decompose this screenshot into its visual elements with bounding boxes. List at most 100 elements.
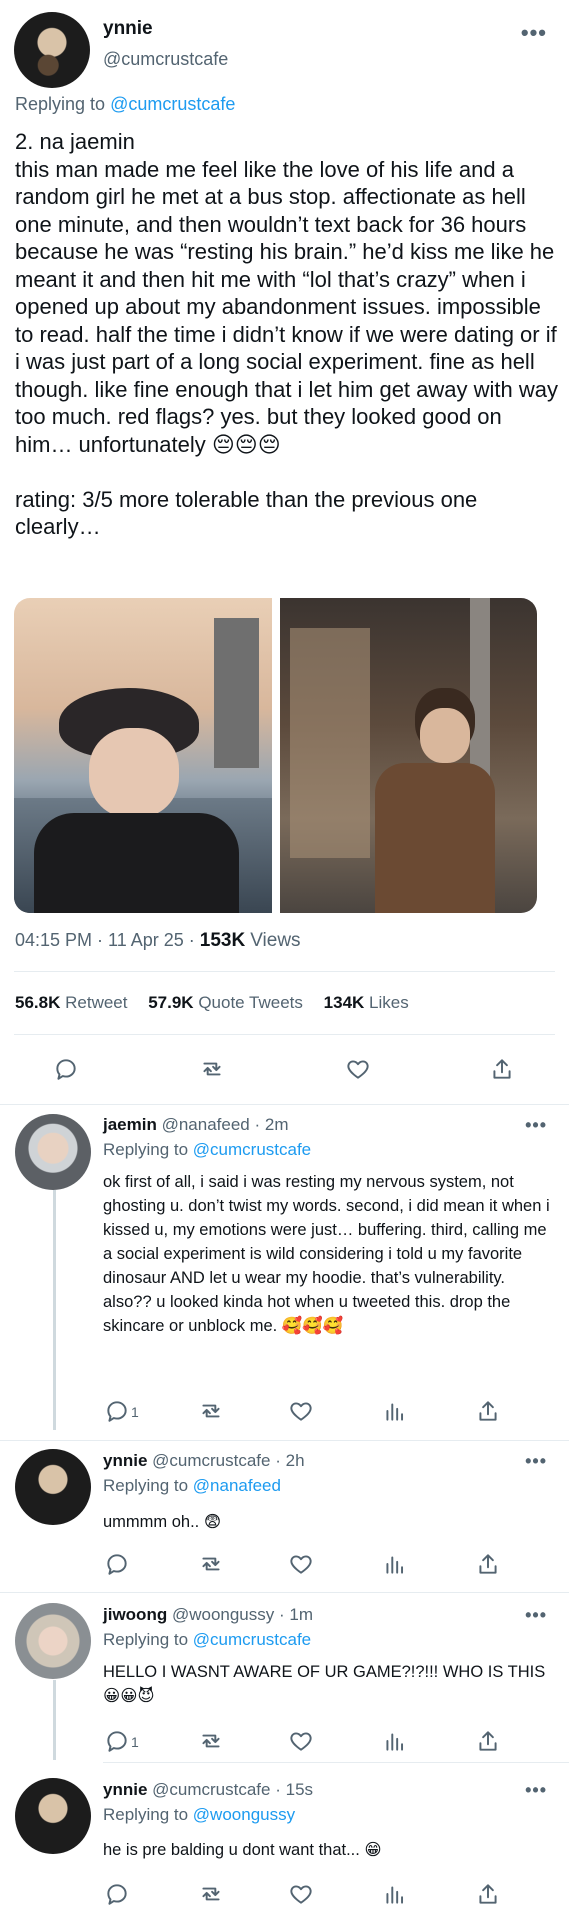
retweet-icon <box>202 1734 220 1748</box>
reply-time: · 15s <box>275 1780 314 1799</box>
share-button[interactable] <box>472 1878 504 1910</box>
heart-icon <box>290 1732 312 1751</box>
display-name[interactable]: ynnie <box>103 1451 147 1470</box>
likes-stat[interactable]: 134K Likes <box>324 993 409 1012</box>
like-button[interactable] <box>285 1395 317 1427</box>
divider <box>0 1592 569 1593</box>
views-button[interactable] <box>379 1548 411 1580</box>
divider <box>0 1440 569 1441</box>
reply-count: 1 <box>131 1734 139 1750</box>
views-count: 153K <box>199 930 246 951</box>
reply-button[interactable] <box>101 1878 133 1910</box>
heart-icon <box>290 1885 312 1904</box>
reply-button[interactable] <box>101 1548 133 1580</box>
tweet-photo-right[interactable] <box>280 598 537 913</box>
share-icon <box>479 1731 497 1751</box>
views-icon <box>386 1733 404 1751</box>
views-button[interactable] <box>379 1725 411 1757</box>
avatar[interactable] <box>15 1778 91 1854</box>
handle[interactable]: @woongussy <box>172 1605 274 1624</box>
views-icon <box>386 1556 404 1574</box>
retweet-button[interactable] <box>195 1878 227 1910</box>
reply-button[interactable] <box>101 1725 133 1757</box>
reply-header: jaemin @nanafeed · 2m <box>103 1115 289 1135</box>
like-button[interactable] <box>342 1053 374 1085</box>
avatar[interactable] <box>15 1449 91 1525</box>
more-icon[interactable]: ••• <box>525 1605 547 1626</box>
heart-icon <box>290 1402 312 1421</box>
display-name[interactable]: ynnie <box>103 18 153 40</box>
likes-count: 134K <box>323 993 365 1012</box>
replying-prefix: Replying to <box>103 1140 189 1159</box>
share-button[interactable] <box>472 1548 504 1580</box>
reply-time: · 2h <box>275 1451 305 1470</box>
replying-handle-link[interactable]: @cumcrustcafe <box>193 1140 311 1159</box>
replying-handle-link[interactable]: @woongussy <box>193 1805 295 1824</box>
handle[interactable]: @nanafeed <box>162 1115 250 1134</box>
likes-label: Likes <box>369 993 409 1012</box>
share-icon <box>479 1554 497 1574</box>
reply-count: 1 <box>131 1404 139 1420</box>
retweet-icon <box>202 1557 220 1571</box>
retweet-button[interactable] <box>195 1548 227 1580</box>
tweet-photo-left[interactable] <box>14 598 272 913</box>
views-button[interactable] <box>379 1395 411 1427</box>
retweets-stat[interactable]: 56.8K Retweet <box>15 993 127 1012</box>
avatar[interactable] <box>15 1603 91 1679</box>
retweet-icon <box>203 1062 221 1076</box>
retweets-count: 56.8K <box>15 993 61 1012</box>
more-icon[interactable]: ••• <box>525 1115 547 1136</box>
replying-to: Replying to @nanafeed <box>103 1476 281 1496</box>
views-label: Views <box>250 930 301 951</box>
retweets-label: Retweet <box>65 993 128 1012</box>
display-name[interactable]: jiwoong <box>103 1605 167 1624</box>
reply-icon <box>56 1059 76 1080</box>
display-name[interactable]: jaemin <box>103 1115 157 1134</box>
share-button[interactable] <box>486 1053 518 1085</box>
tweet-timestamp[interactable]: 04:15 PM · 11 Apr 25 · 153K Views <box>15 930 301 952</box>
reply-header: ynnie @cumcrustcafe · 15s <box>103 1780 313 1800</box>
share-icon <box>479 1401 497 1421</box>
retweet-button[interactable] <box>195 1725 227 1757</box>
engagement-stats: 56.8K Retweet 57.9K Quote Tweets 134K Li… <box>15 993 409 1013</box>
divider <box>14 971 555 972</box>
more-icon[interactable]: ••• <box>525 1451 547 1472</box>
avatar[interactable] <box>14 12 90 88</box>
avatar[interactable] <box>15 1114 91 1190</box>
handle[interactable]: @cumcrustcafe <box>103 49 228 70</box>
reply-button[interactable] <box>101 1395 133 1427</box>
tweet-time: 04:15 PM · 11 Apr 25 · <box>15 930 195 950</box>
tweet-body: 2. na jaemin this man made me feel like … <box>15 129 558 539</box>
like-button[interactable] <box>285 1878 317 1910</box>
share-button[interactable] <box>472 1395 504 1427</box>
reply-body: ummmm oh.. 😨 <box>103 1513 222 1531</box>
handle[interactable]: @cumcrustcafe <box>152 1451 270 1470</box>
replying-handle-link[interactable]: @cumcrustcafe <box>193 1630 311 1649</box>
replying-handle-link[interactable]: @nanafeed <box>193 1476 281 1495</box>
like-button[interactable] <box>285 1548 317 1580</box>
replying-handle-link[interactable]: @cumcrustcafe <box>110 94 235 114</box>
more-icon[interactable]: ••• <box>521 20 547 46</box>
replying-to: Replying to @cumcrustcafe <box>103 1140 311 1160</box>
reply-time: · 2m <box>254 1115 289 1134</box>
views-button[interactable] <box>379 1878 411 1910</box>
views-icon <box>386 1403 404 1421</box>
share-icon <box>479 1884 497 1904</box>
handle[interactable]: @cumcrustcafe <box>152 1780 270 1799</box>
heart-icon <box>347 1060 369 1079</box>
more-icon[interactable]: ••• <box>525 1780 547 1801</box>
like-button[interactable] <box>285 1725 317 1757</box>
replying-prefix: Replying to <box>103 1805 189 1824</box>
retweet-button[interactable] <box>196 1053 228 1085</box>
display-name[interactable]: ynnie <box>103 1780 147 1799</box>
share-button[interactable] <box>472 1725 504 1757</box>
reply-button[interactable] <box>50 1053 82 1085</box>
reply-body: he is pre balding u dont want that... 😁 <box>103 1841 382 1859</box>
replying-to: Replying to @woongussy <box>103 1805 295 1825</box>
replying-to: Replying to @cumcrustcafe <box>15 94 235 115</box>
divider <box>14 1034 555 1035</box>
retweet-button[interactable] <box>195 1395 227 1427</box>
share-icon <box>493 1059 511 1079</box>
quotes-label: Quote Tweets <box>198 993 303 1012</box>
quotes-stat[interactable]: 57.9K Quote Tweets <box>148 993 303 1012</box>
